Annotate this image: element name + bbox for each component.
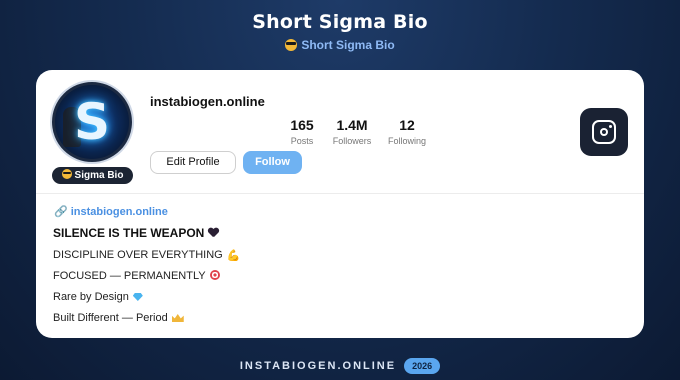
sunglasses-face-icon bbox=[285, 39, 298, 51]
bio-line-text: FOCUSED — PERMANENTLY bbox=[53, 270, 206, 282]
stat-followers[interactable]: 1.4M Followers bbox=[322, 117, 382, 146]
flexed-biceps-icon: 💪 bbox=[226, 250, 241, 262]
category-badge: Sigma Bio bbox=[52, 167, 133, 184]
bio-line-text: Rare by Design bbox=[53, 291, 129, 303]
black-heart-icon bbox=[208, 228, 219, 238]
camera-lens bbox=[599, 127, 608, 136]
camera-dot bbox=[608, 124, 612, 128]
page-title: Short Sigma Bio bbox=[252, 11, 428, 33]
year-badge: 2026 bbox=[404, 357, 441, 374]
stat-value: 1.4M bbox=[336, 117, 368, 133]
instagram-icon[interactable] bbox=[580, 108, 628, 156]
target-icon bbox=[209, 270, 220, 280]
neon-s-graphic: S bbox=[73, 93, 110, 151]
bio-line: FOCUSED — PERMANENTLY bbox=[53, 270, 220, 282]
bio-line-text: DISCIPLINE OVER EVERYTHING bbox=[53, 249, 223, 261]
bio-link-text[interactable]: instabiogen.online bbox=[71, 206, 168, 218]
bio-headline-text: SILENCE IS THE WEAPON bbox=[53, 226, 205, 240]
instagram-camera-glyph bbox=[592, 120, 616, 144]
divider bbox=[36, 193, 644, 194]
page-subtitle: Short Sigma Bio bbox=[0, 38, 680, 52]
bio-headline: SILENCE IS THE WEAPON bbox=[53, 226, 219, 240]
link-icon: 🔗 bbox=[54, 206, 68, 218]
footer-site[interactable]: INSTABIOGEN.ONLINE bbox=[240, 360, 396, 372]
follow-button[interactable]: Follow bbox=[243, 151, 302, 174]
avatar-container: S bbox=[52, 82, 132, 162]
crown-icon bbox=[171, 314, 184, 322]
stat-value: 12 bbox=[399, 117, 415, 133]
gem-icon bbox=[132, 293, 143, 301]
bio-link[interactable]: 🔗 instabiogen.online bbox=[54, 205, 168, 218]
footer: INSTABIOGEN.ONLINE 2026 bbox=[0, 357, 680, 375]
bio-line-text: Built Different — Period bbox=[53, 312, 168, 324]
bio-line: Rare by Design bbox=[53, 291, 143, 303]
bio-line: DISCIPLINE OVER EVERYTHING 💪 bbox=[53, 249, 240, 262]
badge-label: Sigma Bio bbox=[74, 170, 124, 181]
bio-line: Built Different — Period bbox=[53, 312, 184, 324]
stat-following[interactable]: 12 Following bbox=[377, 117, 437, 146]
sunglasses-face-icon bbox=[61, 169, 72, 179]
edit-profile-button[interactable]: Edit Profile bbox=[150, 151, 236, 174]
page-subtitle-text: Short Sigma Bio bbox=[301, 38, 395, 52]
avatar[interactable]: S bbox=[52, 82, 132, 162]
stat-label: Followers bbox=[332, 136, 372, 146]
stat-label: Following bbox=[387, 136, 427, 146]
profile-card: S Sigma Bio instabiogen.online 165 Posts… bbox=[36, 70, 644, 338]
username: instabiogen.online bbox=[150, 94, 265, 109]
